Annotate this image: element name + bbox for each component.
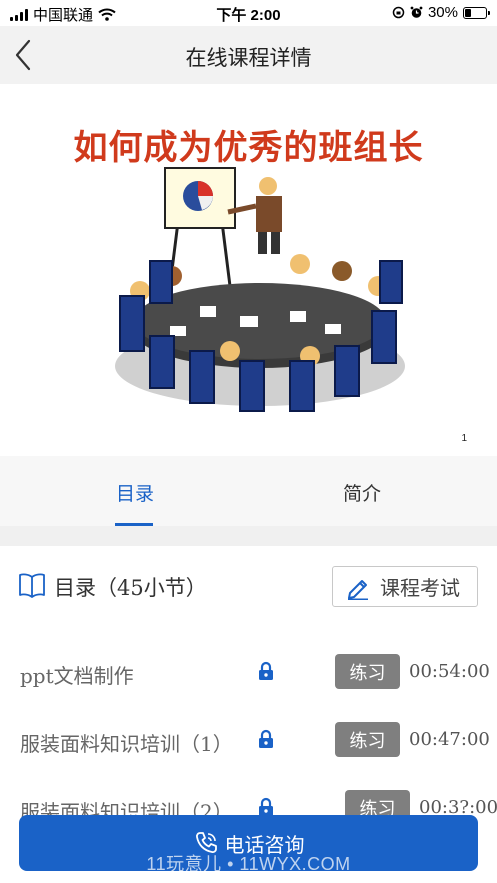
- catalog-title: 目录（45小节）: [54, 576, 207, 600]
- lock-icon: [259, 797, 273, 816]
- lesson-title: ppt文档制作: [20, 664, 134, 688]
- status-right: 30%: [392, 4, 490, 21]
- meeting-illustration: [115, 167, 405, 412]
- course-cover: 如何成为优秀的班组长 1: [0, 84, 497, 456]
- cover-page-number: 1: [461, 433, 467, 444]
- lesson-item[interactable]: 服装面料知识培训（1） 练习 00:47:00: [0, 721, 497, 761]
- alarm-icon: [410, 6, 423, 18]
- practice-button[interactable]: 练习: [335, 722, 400, 757]
- battery-icon: [463, 6, 490, 19]
- tab-bar: 目录 简介: [0, 456, 497, 526]
- tab-intro-label: 简介: [342, 484, 381, 505]
- course-exam-button[interactable]: 课程考试: [332, 566, 478, 607]
- lock-icon: [259, 729, 273, 748]
- cover-title: 如何成为优秀的班组长: [73, 128, 424, 168]
- page-title: 在线课程详情: [185, 47, 312, 70]
- lesson-item[interactable]: ppt文档制作 练习 00:54:00: [0, 653, 497, 693]
- practice-button[interactable]: 练习: [335, 654, 400, 689]
- battery-percent: 30%: [427, 4, 458, 21]
- phone-consult-label: 电话咨询: [224, 834, 305, 857]
- pencil-icon: [348, 579, 368, 600]
- phone-icon: [195, 832, 217, 853]
- tab-intro[interactable]: 简介: [238, 456, 486, 526]
- lesson-duration: 00:47:00: [409, 729, 490, 750]
- course-exam-label: 课程考试: [380, 576, 460, 600]
- rotation-lock-icon: [392, 6, 405, 19]
- tab-catalog[interactable]: 目录: [11, 456, 259, 526]
- phone-consult-button[interactable]: 电话咨询: [19, 815, 478, 871]
- lesson-duration: 00:54:00: [409, 661, 490, 682]
- book-icon: [19, 573, 45, 598]
- tab-catalog-label: 目录: [115, 484, 154, 505]
- lesson-title: 服装面料知识培训（1）: [20, 732, 233, 756]
- section-divider: [0, 526, 497, 546]
- status-bar: 中国联通 下午 2:00 30%: [0, 0, 497, 26]
- nav-bar: 在线课程详情: [0, 26, 497, 84]
- catalog-header: 目录（45小节） 课程考试: [18, 566, 479, 607]
- lock-icon: [259, 661, 273, 680]
